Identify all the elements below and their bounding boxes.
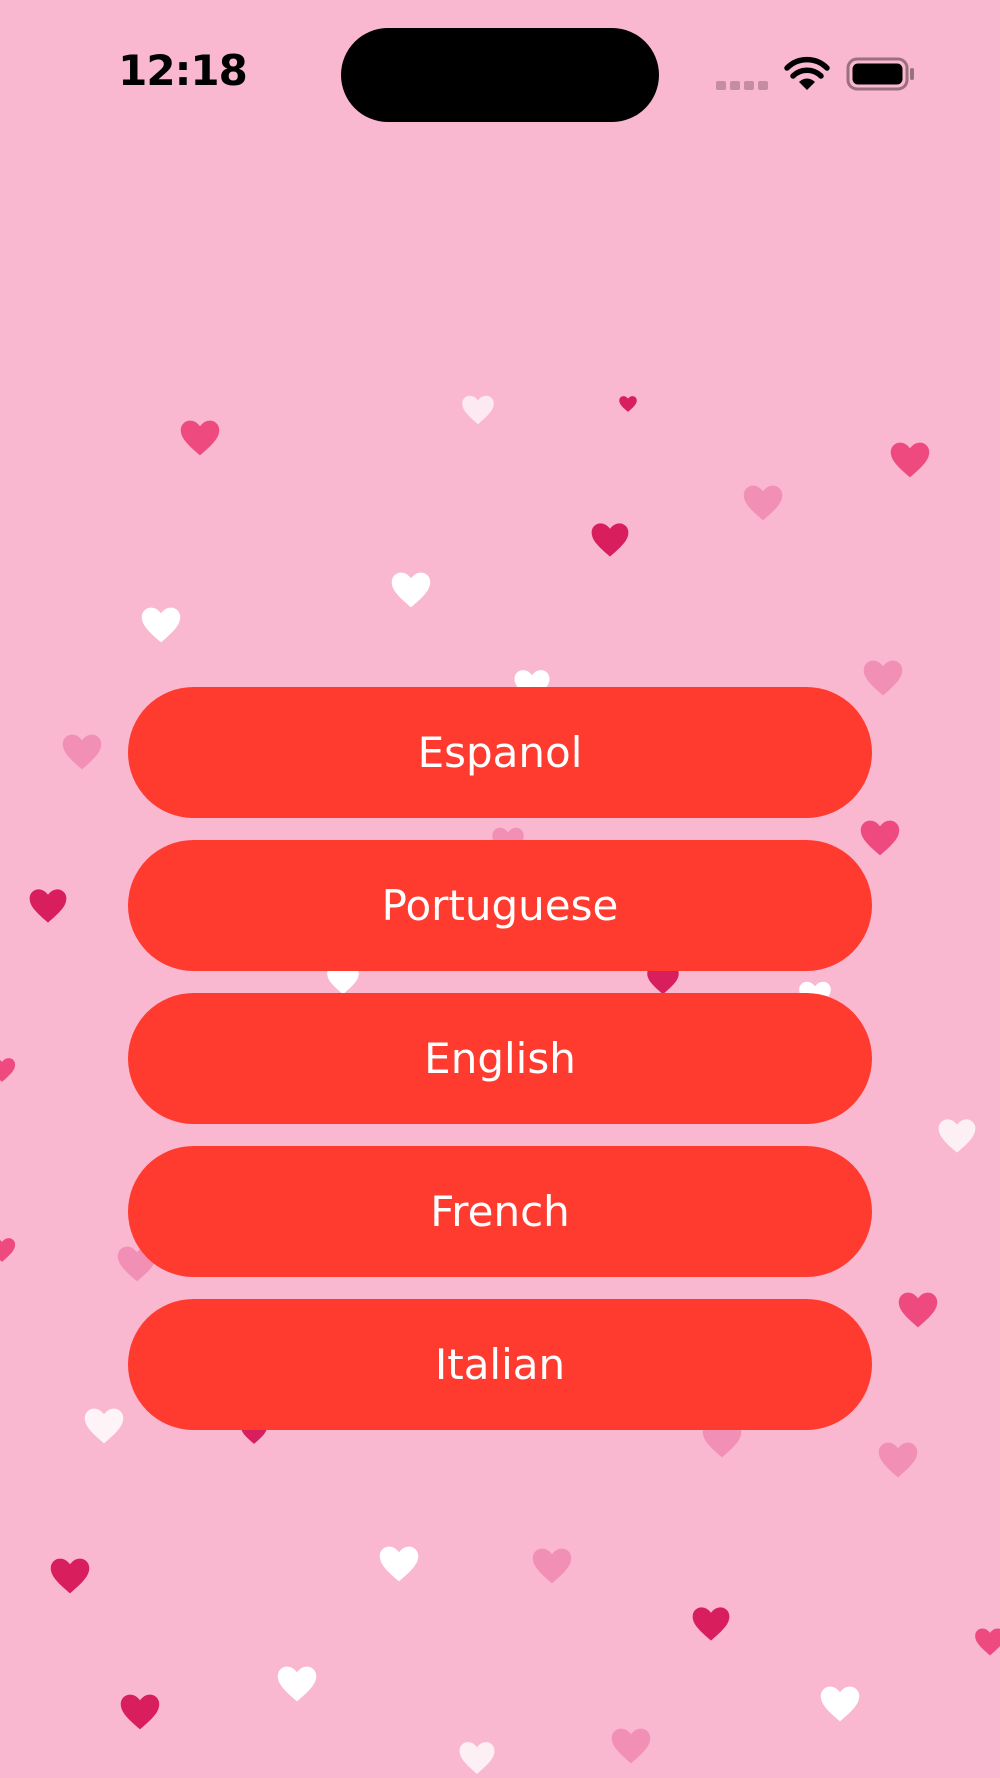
heart-icon (973, 1625, 1000, 1659)
dynamic-island (341, 28, 659, 122)
heart-icon (936, 1115, 978, 1157)
heart-icon (389, 568, 433, 612)
heart-icon (0, 1235, 17, 1265)
heart-icon (589, 519, 631, 561)
english-button[interactable]: English (128, 993, 872, 1124)
heart-icon (118, 1690, 162, 1734)
heart-icon (178, 416, 222, 460)
heart-icon (609, 1724, 653, 1768)
heart-icon (618, 394, 638, 414)
portuguese-button[interactable]: Portuguese (128, 840, 872, 971)
heart-icon (48, 1554, 92, 1598)
espanol-button[interactable]: Espanol (128, 687, 872, 818)
cellular-signal-icon (716, 81, 768, 90)
heart-icon (876, 1438, 920, 1482)
french-button[interactable]: French (128, 1146, 872, 1277)
heart-icon (0, 1055, 17, 1085)
heart-icon (460, 392, 496, 428)
status-time: 12:18 (118, 46, 248, 95)
heart-icon (888, 438, 932, 482)
wifi-icon (784, 56, 830, 92)
heart-icon (896, 1288, 940, 1332)
battery-icon (846, 56, 916, 92)
language-button-list: Espanol Portuguese English French Italia… (128, 687, 872, 1452)
heart-icon (818, 1682, 862, 1726)
status-bar: 12:18 (0, 0, 1000, 140)
heart-icon (139, 603, 183, 647)
heart-icon (530, 1544, 574, 1588)
italian-button[interactable]: Italian (128, 1299, 872, 1430)
heart-icon (377, 1542, 421, 1586)
heart-icon (457, 1738, 497, 1778)
heart-icon (741, 481, 785, 525)
heart-icon (27, 885, 69, 927)
heart-icon (275, 1662, 319, 1706)
heart-icon (690, 1603, 732, 1645)
heart-icon (60, 730, 104, 774)
heart-icon (82, 1404, 126, 1448)
